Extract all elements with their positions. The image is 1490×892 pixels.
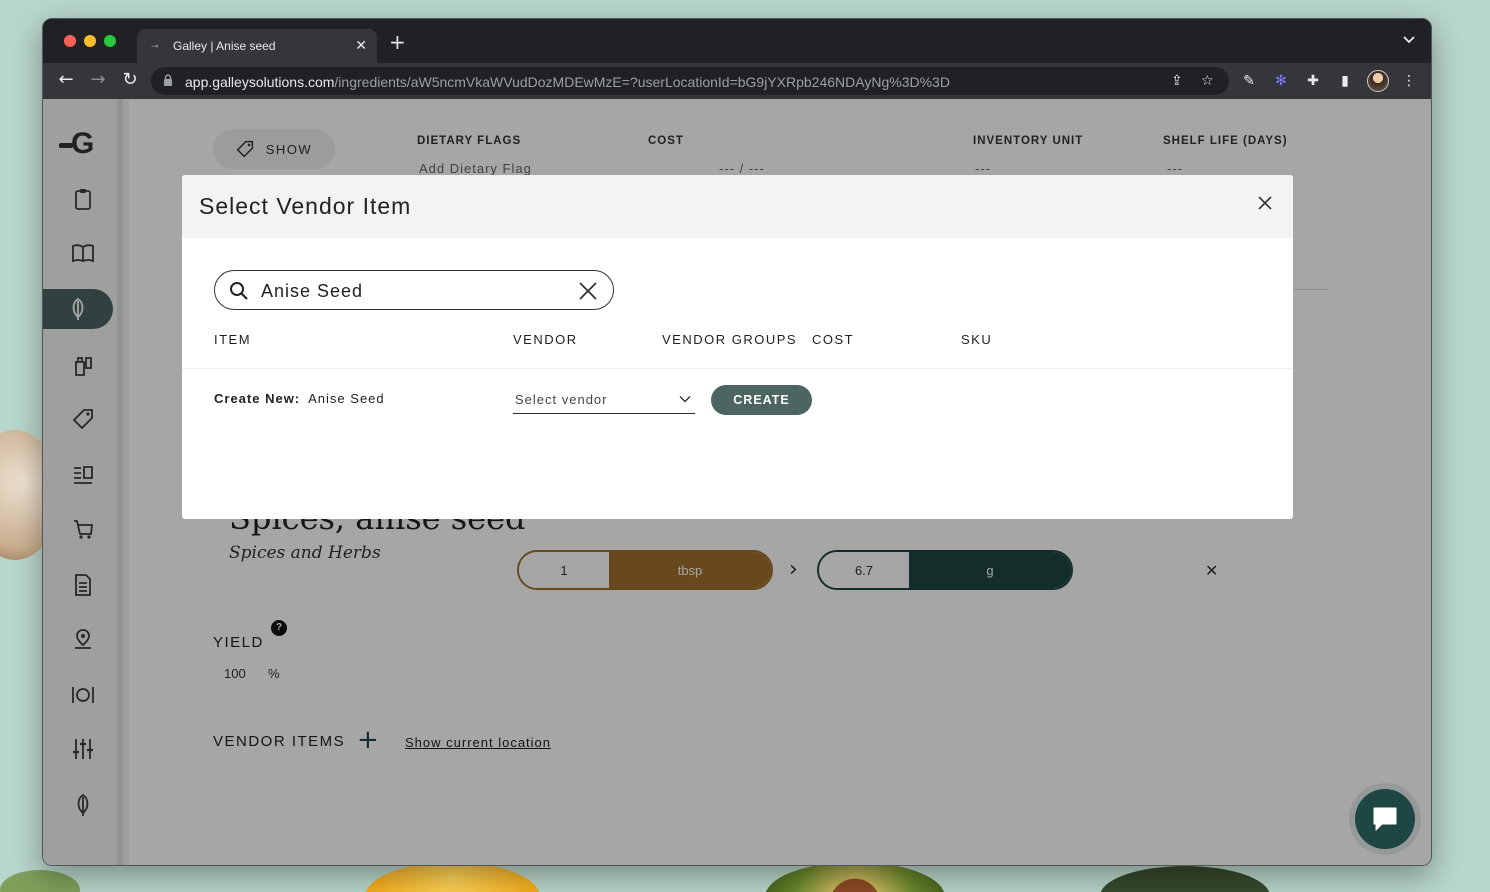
create-button[interactable]: CREATE	[711, 385, 812, 415]
create-new-prefix: Create New:	[214, 391, 301, 406]
search-icon	[230, 282, 248, 300]
chat-button[interactable]	[1355, 789, 1415, 849]
clear-search-icon[interactable]	[577, 280, 599, 302]
background-leaf	[0, 870, 80, 892]
browser-menu-icon[interactable]: ⋮	[1399, 71, 1419, 91]
chat-bubble-icon	[1373, 807, 1397, 831]
tab-search-chevron-icon[interactable]	[1403, 33, 1415, 47]
tab-bar: ⊸ Galley | Anise seed ✕ +	[43, 19, 1431, 63]
maximize-window-button[interactable]	[104, 35, 116, 47]
bookmark-star-icon[interactable]: ☆	[1201, 73, 1214, 89]
tab-title: Galley | Anise seed	[173, 39, 276, 53]
divider	[182, 368, 1293, 369]
create-new-name: Anise Seed	[308, 391, 385, 406]
background-avocado	[765, 862, 945, 892]
column-header-item: ITEM	[214, 332, 252, 347]
reload-icon[interactable]: ↻	[119, 69, 141, 91]
profile-avatar[interactable]	[1367, 70, 1389, 92]
chevron-down-icon	[679, 396, 691, 403]
search-input[interactable]	[261, 279, 561, 303]
column-header-sku: SKU	[961, 332, 993, 347]
galley-favicon-icon: ⊸	[151, 41, 159, 51]
search-field[interactable]	[214, 270, 614, 310]
tab-close-icon[interactable]: ✕	[355, 37, 367, 54]
column-header-vendor: VENDOR	[513, 332, 578, 347]
minimize-window-button[interactable]	[84, 35, 96, 47]
select-vendor-item-modal: Select Vendor Item ITEM VENDOR VENDOR GR…	[182, 175, 1293, 519]
extension-broom-icon[interactable]: ✎	[1239, 71, 1259, 91]
extension-gear-icon[interactable]: ✻	[1271, 71, 1291, 91]
browser-toolbar: ← → ↻ app.galleysolutions.com/ingredient…	[43, 63, 1431, 99]
forward-arrow-icon[interactable]: →	[87, 69, 109, 91]
browser-window: ⊸ Galley | Anise seed ✕ + ← → ↻ app.gall…	[42, 18, 1432, 866]
create-new-text: Create New: Anise Seed	[214, 391, 385, 406]
lock-icon	[164, 74, 172, 86]
close-icon[interactable]	[1255, 193, 1275, 213]
modal-header: Select Vendor Item	[182, 175, 1293, 238]
vendor-select-placeholder: Select vendor	[515, 392, 608, 407]
vendor-select[interactable]: Select vendor	[513, 385, 695, 414]
side-panel-icon[interactable]: ▮	[1335, 71, 1355, 91]
address-bar[interactable]: app.galleysolutions.com/ingredients/aW5n…	[151, 67, 1229, 95]
background-vegetable	[1100, 866, 1270, 892]
close-window-button[interactable]	[64, 35, 76, 47]
column-header-cost: COST	[812, 332, 855, 347]
back-arrow-icon[interactable]: ←	[55, 69, 77, 91]
modal-title: Select Vendor Item	[199, 193, 412, 219]
column-header-vendor-groups: VENDOR GROUPS	[662, 332, 798, 347]
background-lemon	[365, 862, 540, 892]
extensions-puzzle-icon[interactable]: ✚	[1303, 71, 1323, 91]
browser-tab[interactable]: ⊸ Galley | Anise seed ✕	[137, 29, 377, 63]
page-viewport: G SHOW DIETARY FLAGS Add Dietary Flag CO…	[43, 99, 1431, 865]
share-icon[interactable]: ⇪	[1171, 73, 1183, 89]
new-tab-icon[interactable]: +	[389, 32, 406, 52]
url-text: app.galleysolutions.com/ingredients/aW5n…	[185, 74, 950, 90]
